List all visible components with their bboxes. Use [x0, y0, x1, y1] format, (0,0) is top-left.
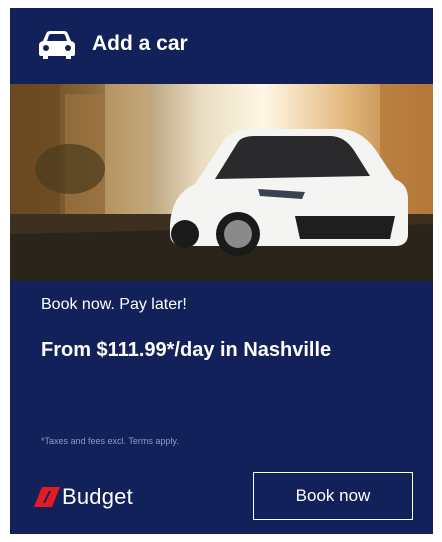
budget-flag-icon	[34, 487, 60, 507]
tagline: Book now. Pay later!	[41, 296, 187, 313]
header-title: Add a car	[92, 32, 188, 55]
terms-disclaimer: *Taxes and fees excl. Terms apply.	[41, 436, 179, 446]
book-now-button[interactable]: Book now	[253, 472, 413, 520]
price-headline: From $111.99*/day in Nashville	[41, 339, 332, 361]
hero-image[interactable]	[10, 84, 433, 281]
ad-card[interactable]: Add a car Book now. Pay later! From $111…	[10, 8, 433, 534]
brand-name: Budget	[62, 484, 133, 509]
budget-logo: Budget	[32, 482, 133, 512]
ad-header: Add a car	[10, 8, 433, 84]
car-icon	[39, 31, 75, 59]
